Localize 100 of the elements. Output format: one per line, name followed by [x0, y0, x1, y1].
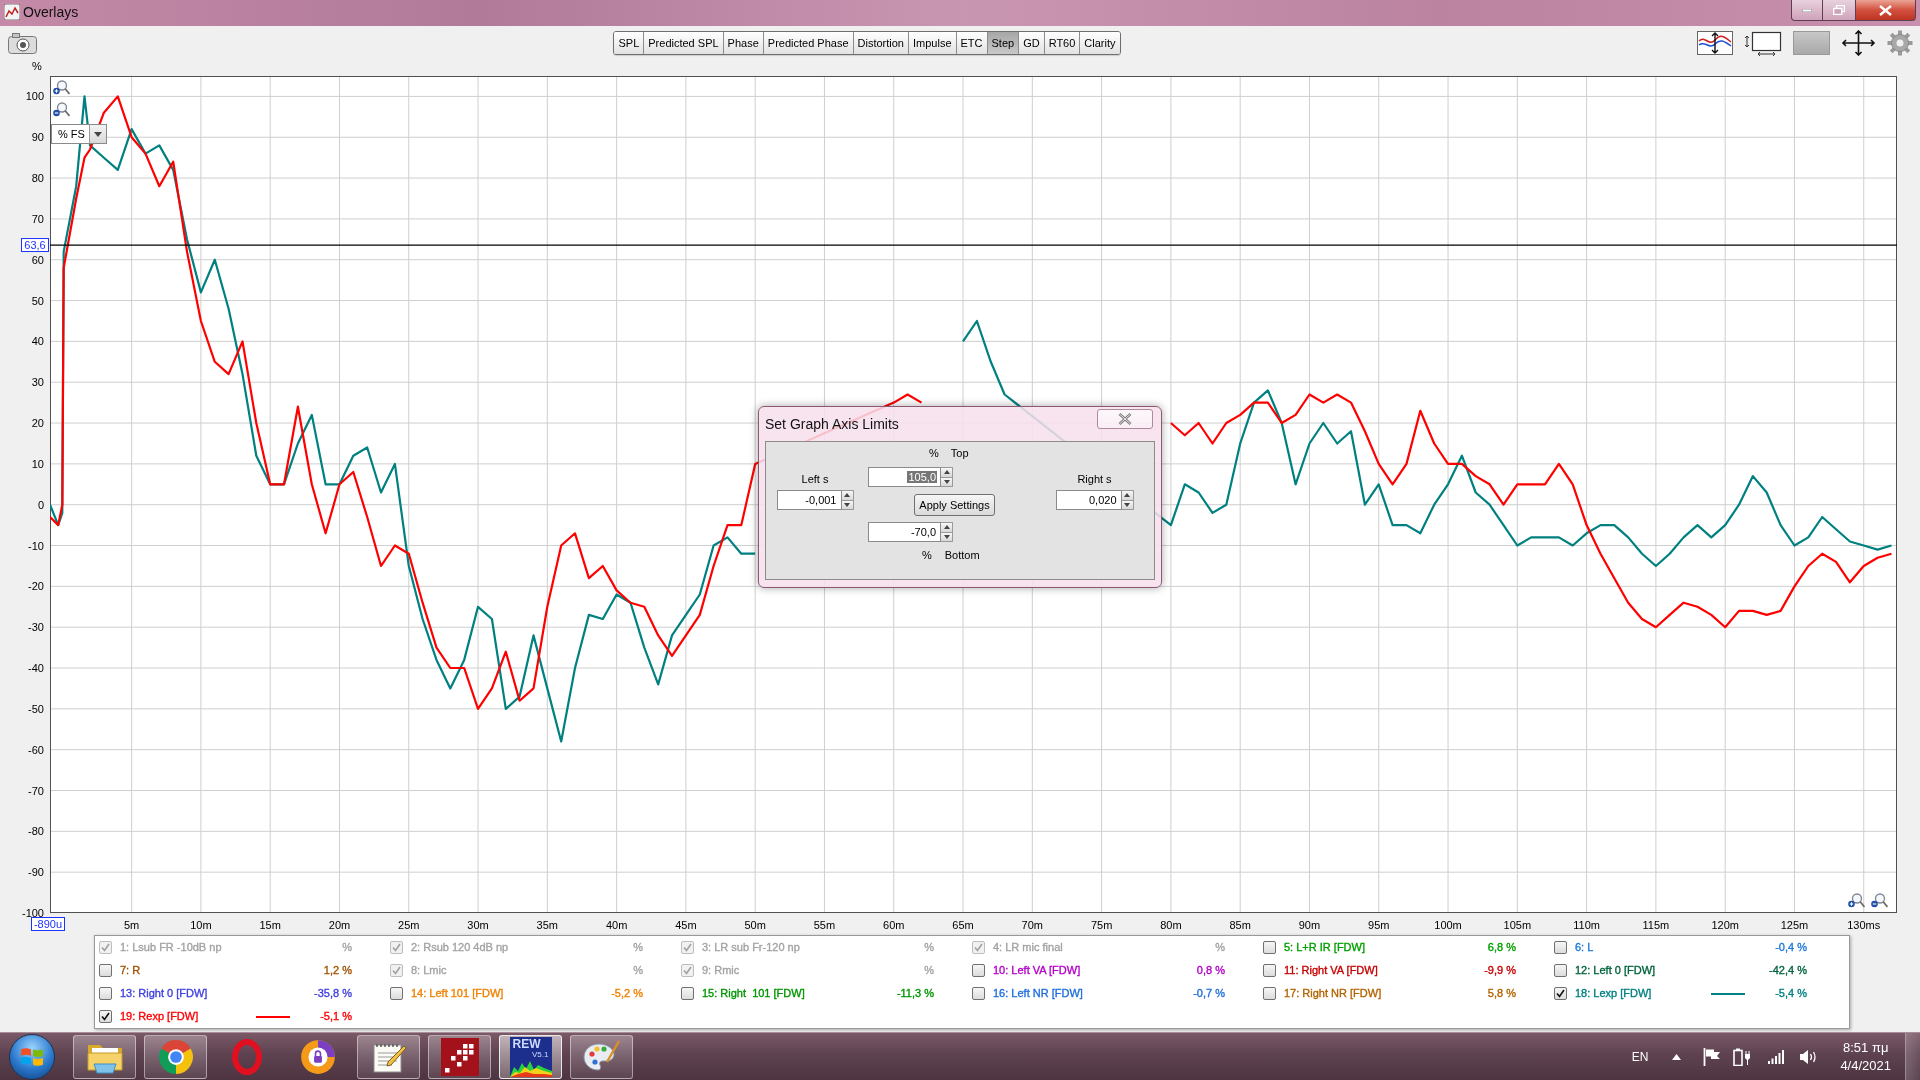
- y-tick-label: -10: [28, 539, 44, 552]
- tab[interactable]: Predicted Phase: [762, 32, 853, 54]
- language-indicator[interactable]: EN: [1631, 1049, 1649, 1064]
- x-tick-label: 35m: [536, 919, 559, 931]
- tab[interactable]: Step: [986, 32, 1019, 54]
- x-tick-label: 50m: [744, 919, 766, 931]
- taskbar-button[interactable]: [357, 1034, 420, 1079]
- windows-logo-icon: [20, 1045, 44, 1068]
- checkbox[interactable]: [1554, 987, 1567, 1000]
- checkbox[interactable]: [1263, 987, 1276, 1000]
- spin-down-button[interactable]: [1121, 500, 1134, 510]
- unit-dropdown[interactable]: % FS: [51, 124, 107, 144]
- caret-icon: [94, 131, 102, 137]
- zoom-in-icon[interactable]: [53, 80, 70, 95]
- field-label: Right s: [1077, 473, 1112, 485]
- volume-icon[interactable]: [1799, 1048, 1819, 1065]
- show-desktop-button[interactable]: [1905, 1033, 1920, 1080]
- caret-up-icon[interactable]: [1672, 1053, 1682, 1060]
- field-label: Left s: [801, 473, 829, 485]
- spin-down-button[interactable]: [841, 500, 854, 510]
- tab[interactable]: Phase: [722, 32, 763, 54]
- unit-label: %: [929, 447, 939, 459]
- signal-icon[interactable]: [1768, 1049, 1785, 1064]
- flag-icon[interactable]: [1703, 1047, 1722, 1066]
- zoom-out-icon[interactable]: [53, 102, 70, 117]
- tab[interactable]: Clarity: [1079, 32, 1120, 54]
- checkmark-icon: [392, 966, 401, 975]
- checkbox[interactable]: [681, 987, 694, 1000]
- tab[interactable]: ETC: [955, 32, 987, 54]
- taskbar-button[interactable]: [73, 1034, 136, 1079]
- y-tick-label: -30: [28, 621, 44, 634]
- y-tick-label: 20: [31, 417, 44, 430]
- checkbox[interactable]: [390, 987, 403, 1000]
- tab[interactable]: Predicted SPL: [643, 32, 723, 54]
- field-label: Bottom: [944, 549, 980, 561]
- app-icon: [4, 4, 20, 20]
- zoom-in-icon[interactable]: [1848, 893, 1865, 908]
- y-tick-label: 70: [31, 212, 44, 225]
- x-tick-label: 85m: [1229, 919, 1251, 931]
- close-button[interactable]: [1856, 0, 1916, 21]
- restore-button[interactable]: [1823, 0, 1856, 21]
- minimize-button[interactable]: [1791, 0, 1823, 21]
- number-field[interactable]: 105,0: [868, 467, 941, 487]
- series-label: 11: Right VA [FDW]: [1284, 964, 1378, 977]
- spin-up-button[interactable]: [1121, 490, 1134, 501]
- checkbox[interactable]: [99, 987, 112, 1000]
- y-tick-label: 40: [31, 335, 44, 348]
- spin-up-button[interactable]: [841, 490, 854, 501]
- x-tick-label: 20m: [328, 919, 351, 931]
- checkbox[interactable]: [972, 964, 985, 977]
- window-resize-icon[interactable]: [1744, 30, 1782, 56]
- camera-icon[interactable]: [8, 32, 37, 54]
- number-field[interactable]: 0,020: [1055, 490, 1122, 510]
- x-tick-label: 100m: [1434, 919, 1462, 931]
- spin-down-button[interactable]: [941, 477, 953, 487]
- checkbox[interactable]: [972, 987, 985, 1000]
- series-label: 17: Right NR [FDW]: [1284, 987, 1382, 1000]
- down-arrow-icon: [943, 479, 950, 484]
- series-label: 9: Rmic: [702, 964, 740, 977]
- dialog-title: Set Graph Axis Limits: [765, 416, 899, 432]
- y-tick-label: -90: [28, 866, 44, 879]
- taskbar-button[interactable]: REW V5.1: [499, 1034, 562, 1079]
- spin-down-button[interactable]: [941, 532, 953, 542]
- zoom-out-icon[interactable]: [1871, 893, 1888, 908]
- taskbar-button[interactable]: [428, 1034, 491, 1079]
- series-value: 6,8 %: [1486, 941, 1516, 954]
- series-value: 5,8 %: [1486, 987, 1516, 1000]
- series-value: -5,4 %: [1774, 987, 1807, 1000]
- start-button[interactable]: [9, 1033, 55, 1080]
- chart-arrows-icon[interactable]: [1697, 31, 1733, 55]
- series-value: %: [632, 964, 643, 977]
- y-tick-label: -80: [28, 825, 44, 838]
- checkbox[interactable]: [1263, 964, 1276, 977]
- x-tick-label: 60m: [883, 919, 905, 931]
- taskbar-button[interactable]: [570, 1034, 633, 1079]
- x-tick-label: 15m: [259, 919, 281, 931]
- number-field[interactable]: -70,0: [868, 522, 941, 542]
- tab[interactable]: SPL: [614, 32, 644, 54]
- taskbar-button[interactable]: [144, 1034, 207, 1079]
- checkbox[interactable]: [99, 964, 112, 977]
- number-field[interactable]: -0,001: [776, 490, 842, 510]
- up-arrow-icon: [844, 493, 850, 498]
- series-label: 12: Left 0 [FDW]: [1575, 964, 1656, 977]
- series-value: -0,4 %: [1774, 941, 1807, 954]
- tab[interactable]: RT60: [1043, 32, 1080, 54]
- checkbox[interactable]: [1263, 941, 1276, 954]
- tab[interactable]: Impulse: [908, 32, 956, 54]
- checkbox[interactable]: [1554, 964, 1567, 977]
- close-icon: [1118, 413, 1132, 425]
- move-arrows-icon[interactable]: [1841, 30, 1876, 56]
- tab[interactable]: GD: [1018, 32, 1044, 54]
- series-value: -0,7 %: [1192, 987, 1225, 1000]
- settings-icon[interactable]: [1887, 30, 1913, 56]
- apply-settings-button[interactable]: Apply Settings: [914, 494, 995, 516]
- y-tick-label: 10: [31, 457, 44, 470]
- checkbox[interactable]: [99, 1010, 112, 1023]
- battery-plug-icon[interactable]: [1733, 1047, 1752, 1066]
- tile-icon[interactable]: [1793, 31, 1830, 55]
- checkbox[interactable]: [1554, 941, 1567, 954]
- tab[interactable]: Distortion: [852, 32, 908, 54]
